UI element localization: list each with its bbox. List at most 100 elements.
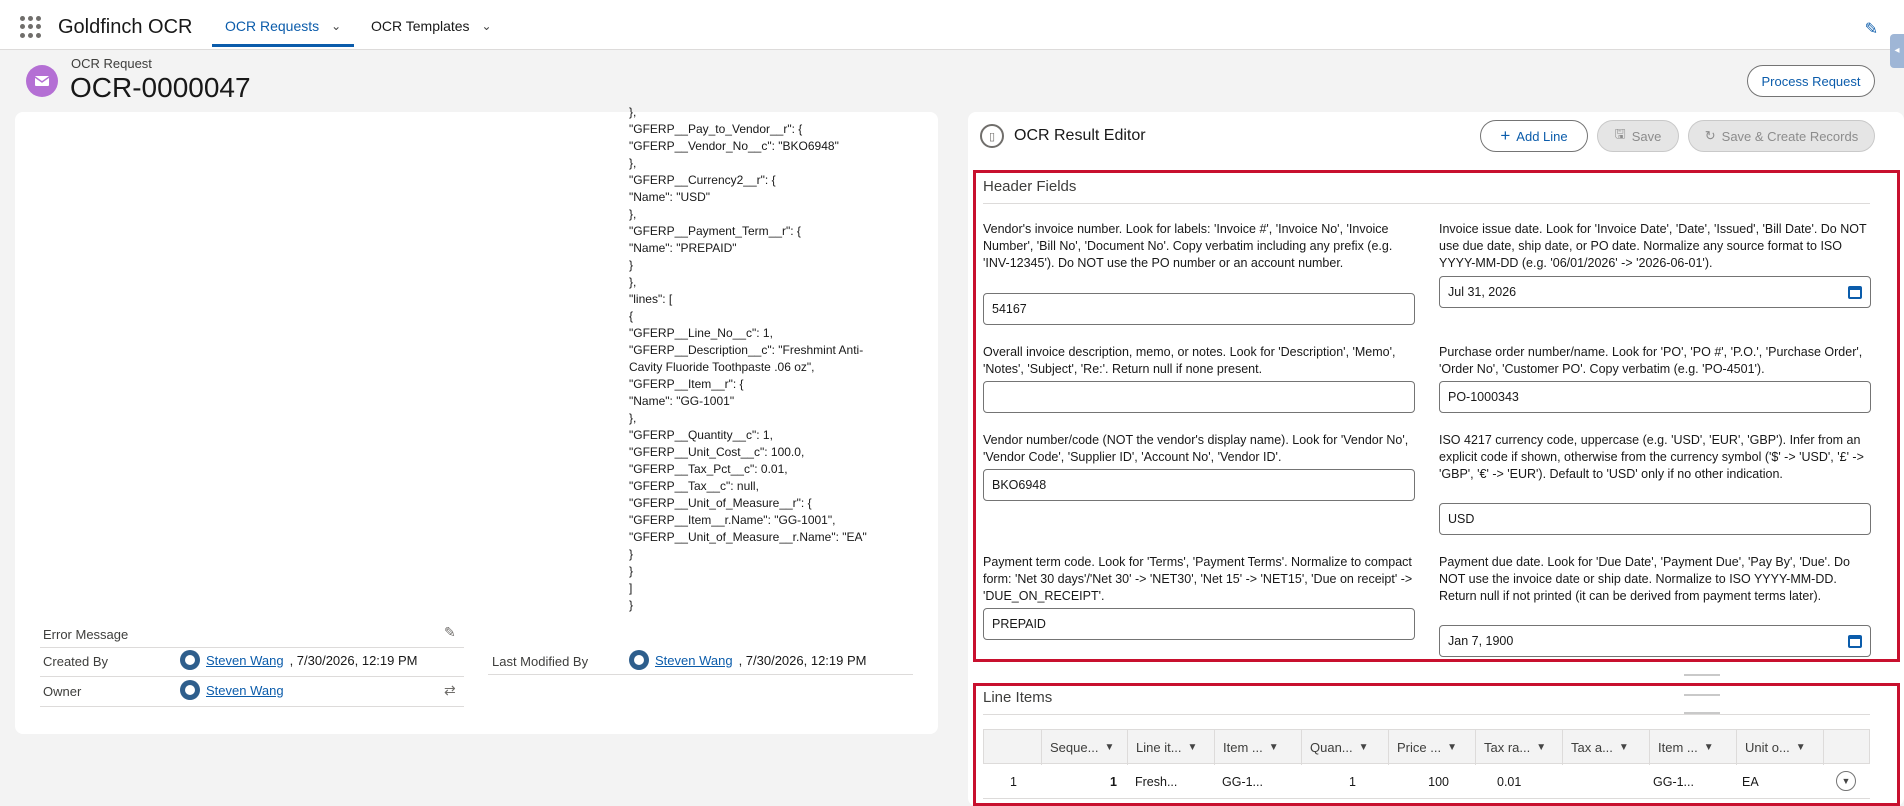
editor-title: OCR Result Editor — [1014, 127, 1146, 144]
pencil-icon[interactable]: ✎ — [444, 624, 456, 641]
change-owner-icon[interactable]: ⇄ — [444, 682, 456, 699]
column-header[interactable]: Line it... ▼ — [1128, 730, 1215, 765]
calendar-icon[interactable] — [1848, 285, 1862, 299]
json-line: "GFERP__Unit_Cost__c": 100.0, — [629, 445, 805, 459]
avatar — [629, 650, 649, 670]
json-line: } — [629, 547, 634, 561]
chevron-down-icon[interactable]: ▼ — [1447, 742, 1457, 753]
record-type-label: OCR Request — [71, 56, 152, 71]
json-line: "GFERP__Quantity__c": 1, — [629, 428, 773, 442]
field-label: Error Message — [43, 627, 129, 642]
page-title: OCR-0000047 — [70, 72, 251, 103]
json-line: } — [629, 598, 634, 612]
json-line: "GFERP__Item__r.Name": "GG-1001", — [629, 513, 836, 527]
currency-label: ISO 4217 currency code, uppercase (e.g. … — [1439, 433, 1864, 481]
chevron-down-icon[interactable]: ▼ — [1104, 742, 1114, 753]
json-line: "GFERP__Payment_Term__r": { — [629, 224, 801, 238]
json-line: } — [629, 564, 634, 578]
json-line: "GFERP__Pay_to_Vendor__r": { — [629, 122, 803, 136]
chevron-down-icon[interactable]: ▼ — [1796, 742, 1806, 753]
description-input[interactable] — [983, 381, 1415, 413]
invoice-date-input[interactable]: Jul 31, 2026 — [1439, 276, 1871, 308]
column-header[interactable]: Item ... ▼ — [1215, 730, 1302, 765]
date-text: , 7/30/2026, 12:19 PM — [289, 652, 418, 668]
chevron-down-icon[interactable]: ▼ — [1269, 742, 1279, 753]
save-button[interactable]: 🖫 Save — [1597, 120, 1679, 152]
column-header[interactable]: Item ... ▼ — [1650, 730, 1737, 765]
app-launcher-icon[interactable] — [20, 16, 42, 38]
column-header[interactable]: Quan... ▼ — [1302, 730, 1389, 765]
user-link[interactable]: Steven Wang — [206, 683, 284, 698]
avatar — [180, 650, 200, 670]
cell-sequence[interactable]: 1 — [1041, 764, 1127, 799]
user-link[interactable]: Steven Wang — [655, 653, 733, 668]
due-date-input[interactable]: Jan 7, 1900 — [1439, 625, 1871, 657]
error-message-row: Error Message ✎ — [40, 618, 464, 648]
column-header[interactable]: Tax a... ▼ — [1563, 730, 1650, 765]
json-output: }, "GFERP__Pay_to_Vendor__r": { "GFERP__Ve… — [629, 104, 889, 614]
payment-term-label: Payment term code. Look for 'Terms', 'Pa… — [983, 555, 1413, 603]
column-label: Tax ra... — [1484, 740, 1531, 755]
cell-price[interactable]: 100 — [1388, 764, 1475, 799]
cell-item-2[interactable]: GG-1... — [1653, 764, 1694, 799]
table-header: Seque... ▼ Line it... ▼ Item ... ▼ Quan... ▼… — [983, 729, 1870, 765]
chevron-down-icon[interactable]: ▼ — [1359, 742, 1369, 753]
cell-quantity[interactable]: 1 — [1301, 764, 1388, 799]
input-value: Jul 31, 2026 — [1448, 285, 1517, 299]
add-line-button[interactable]: + Add Line — [1480, 120, 1588, 152]
json-line: }, — [629, 105, 637, 119]
active-tab-indicator — [212, 44, 354, 47]
date-text: , 7/30/2026, 12:19 PM — [738, 652, 867, 668]
chevron-down-icon[interactable]: ▼ — [1536, 742, 1546, 753]
chevron-down-icon[interactable]: ▼ — [1619, 742, 1629, 753]
avatar — [180, 680, 200, 700]
created-by-row: Created By Steven Wang , 7/30/2026, 12:1… — [40, 647, 464, 677]
chevron-down-icon[interactable]: ▼ — [1704, 742, 1714, 753]
due-date-label: Payment due date. Look for 'Due Date', '… — [1439, 555, 1850, 603]
line-items-title: Line Items — [983, 689, 1053, 706]
json-line: "GFERP__Vendor_No__c": "BKO6948" — [629, 139, 839, 153]
header-fields-title: Header Fields — [983, 178, 1077, 195]
cell-item[interactable]: GG-1... — [1222, 764, 1263, 799]
currency-input[interactable]: USD — [1439, 503, 1871, 535]
cell-tax-rate[interactable]: 0.01 — [1497, 764, 1521, 799]
cell-line-item[interactable]: Fresh... — [1135, 764, 1177, 799]
column-header[interactable]: Price ... ▼ — [1389, 730, 1476, 765]
field-value: Steven Wang , 7/30/2026, 12:19 PM — [629, 650, 867, 670]
calendar-icon[interactable] — [1848, 634, 1862, 648]
payment-term-input[interactable]: PREPAID — [983, 608, 1415, 640]
chevron-down-icon[interactable]: ▼ — [1188, 742, 1198, 753]
last-modified-row: Last Modified By Steven Wang , 7/30/2026… — [488, 618, 913, 675]
global-nav: Goldfinch OCR OCR Requests ⌄ OCR Templat… — [0, 0, 1904, 68]
chevron-down-icon[interactable]: ⌄ — [329, 19, 343, 33]
column-label: Seque... — [1050, 740, 1099, 755]
po-label: Purchase order number/name. Look for 'PO… — [1439, 345, 1863, 376]
invoice-no-input[interactable]: 54167 — [983, 293, 1415, 325]
input-value: PREPAID — [992, 617, 1046, 631]
tab-label: OCR Templates — [371, 18, 470, 34]
vendor-no-input[interactable]: BKO6948 — [983, 469, 1415, 501]
invoice-no-label: Vendor's invoice number. Look for labels… — [983, 222, 1393, 270]
column-header[interactable]: Seque... ▼ — [1042, 730, 1128, 765]
json-line: }, — [629, 156, 637, 170]
column-label: Price ... — [1397, 740, 1442, 755]
row-actions-icon[interactable]: ▼ — [1836, 771, 1856, 791]
tab-ocr-requests[interactable]: OCR Requests ⌄ — [225, 18, 343, 34]
column-header[interactable]: Unit o... ▼ — [1737, 730, 1824, 765]
input-value: 54167 — [992, 302, 1027, 316]
column-label: Tax a... — [1571, 740, 1613, 755]
json-line: "GFERP__Tax__c": null, — [629, 479, 759, 493]
chevron-down-icon[interactable]: ⌄ — [480, 19, 494, 33]
user-link[interactable]: Steven Wang — [206, 653, 284, 668]
column-header[interactable]: Tax ra... ▼ — [1476, 730, 1563, 765]
tab-ocr-templates[interactable]: OCR Templates ⌄ — [371, 18, 494, 34]
side-panel-toggle[interactable]: ◂ — [1890, 34, 1904, 68]
json-line: "Name": "GG-1001" — [629, 394, 735, 408]
save-create-records-button[interactable]: ↻ Save & Create Records — [1688, 120, 1875, 152]
po-input[interactable]: PO-1000343 — [1439, 381, 1871, 413]
edit-nav-icon[interactable]: ✎ — [1865, 19, 1878, 39]
cell-uom[interactable]: EA — [1742, 764, 1759, 799]
invoice-date-label: Invoice issue date. Look for 'Invoice Da… — [1439, 222, 1867, 270]
process-request-button[interactable]: Process Request — [1747, 65, 1875, 97]
json-line: "GFERP__Description__c": "Freshmint Anti… — [629, 343, 864, 374]
